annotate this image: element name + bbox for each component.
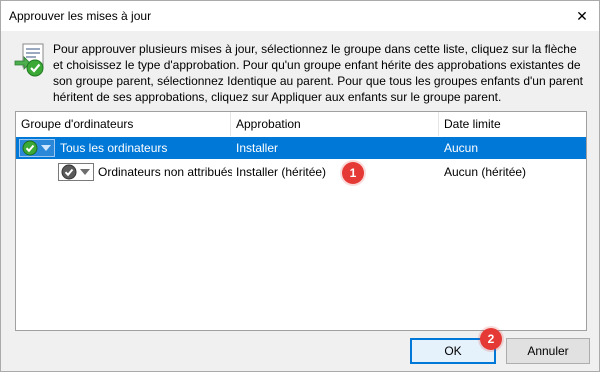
dropdown-arrow-icon (80, 169, 90, 175)
group-approval-table: Groupe d'ordinateurs Approbation Date li… (15, 111, 587, 331)
approval-dropdown[interactable] (58, 163, 94, 181)
update-approve-icon (14, 43, 44, 77)
annotation-badge-2: 2 (480, 328, 502, 350)
deadline-value: Aucun (444, 141, 479, 155)
column-header-approval[interactable]: Approbation (231, 112, 439, 136)
column-header-deadline[interactable]: Date limite (439, 112, 586, 136)
group-name: Ordinateurs non attribués (98, 165, 232, 179)
window-title: Approuver les mises à jour (9, 9, 152, 23)
dropdown-arrow-icon (41, 145, 51, 151)
annotation-badge-1: 1 (342, 162, 364, 184)
cancel-button[interactable]: Annuler (506, 338, 590, 364)
table-header: Groupe d'ordinateurs Approbation Date li… (16, 112, 586, 136)
instructions-text: Pour approuver plusieurs mises à jour, s… (53, 42, 583, 104)
column-header-group[interactable]: Groupe d'ordinateurs (16, 112, 231, 136)
group-name: Tous les ordinateurs (60, 141, 168, 155)
close-button[interactable]: ✕ (565, 1, 599, 31)
approval-value: Installer (héritée) (236, 165, 327, 179)
title-bar: Approuver les mises à jour ✕ (1, 1, 599, 31)
approval-dropdown[interactable] (19, 139, 55, 157)
approval-value: Installer (236, 141, 279, 155)
deadline-value: Aucun (héritée) (444, 165, 527, 179)
close-icon: ✕ (576, 7, 588, 24)
approved-check-icon (61, 164, 77, 180)
approve-updates-dialog: Approuver les mises à jour ✕ Pour approu… (0, 0, 600, 372)
approved-check-icon (22, 140, 38, 156)
table-row[interactable]: Tous les ordinateurs Installer Aucun (16, 137, 586, 159)
table-row[interactable]: Ordinateurs non attribués Installer (hér… (16, 161, 586, 183)
